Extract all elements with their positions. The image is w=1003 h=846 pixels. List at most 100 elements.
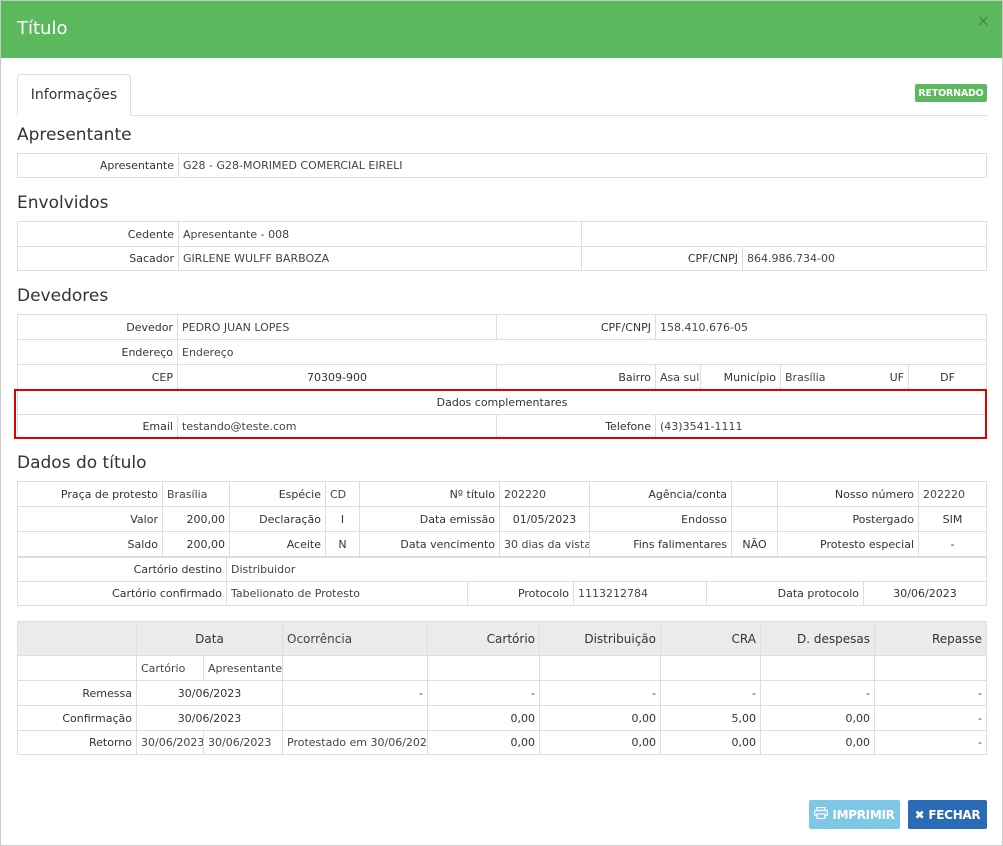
tab-informacoes[interactable]: Informações: [17, 74, 131, 116]
table-subheader-row: Cartório Apresentante: [17, 655, 987, 680]
endereco-label: Endereço: [17, 340, 177, 364]
close-button[interactable]: ✖ FECHAR: [908, 800, 987, 829]
header-ocorrencia: Ocorrência: [282, 622, 427, 655]
section-title-devedores: Devedores: [17, 286, 109, 306]
titulo-modal: Título × Informações RETORNADO Apresenta…: [0, 0, 1003, 846]
section-title-envolvidos: Envolvidos: [17, 193, 109, 213]
especial-value: -: [918, 532, 987, 556]
cedente-label: Cedente: [17, 222, 178, 246]
agencia-label: Agência/conta: [589, 482, 731, 506]
row-repasse: -: [874, 681, 987, 705]
uf-label: UF: [889, 370, 904, 384]
cartorio-confirmado-row: Cartório confirmado Tabelionato de Prote…: [17, 581, 987, 606]
vencimento-label: Data vencimento: [359, 532, 499, 556]
uf-value: DF: [908, 365, 987, 389]
x-icon: ✖: [914, 807, 925, 822]
especie-label: Espécie: [229, 482, 325, 506]
print-label: IMPRIMIR: [832, 807, 895, 822]
row-label: Retorno: [17, 731, 136, 754]
fins-value: NÃO: [731, 532, 777, 556]
ocorrencias-table: Data Ocorrência Cartório Distribuição CR…: [17, 621, 987, 755]
numero-label: Nº título: [359, 482, 499, 506]
row-despesas: 0,00: [760, 731, 874, 754]
table-row: Confirmação 30/06/2023 0,00 0,00 5,00 0,…: [17, 705, 987, 730]
header-despesas: D. despesas: [760, 622, 874, 655]
row-despesas: -: [760, 681, 874, 705]
numero-value: 202220: [499, 482, 589, 506]
devedores-grid: Devedor PEDRO JUAN LOPES CPF/CNPJ 158.41…: [17, 314, 987, 439]
sacador-label: Sacador: [17, 247, 178, 270]
municipio-label: Município: [700, 365, 780, 389]
dados-titulo-grid: Praça de protesto Brasília Espécie CD Nº…: [17, 481, 987, 606]
tab-divider: [17, 115, 987, 116]
endosso-label: Endosso: [589, 507, 731, 531]
print-button[interactable]: IMPRIMIR: [809, 800, 900, 829]
row-despesas: 0,00: [760, 706, 874, 730]
status-badge: RETORNADO: [915, 84, 987, 102]
email-value: testando@teste.com: [177, 415, 496, 438]
cart-destino-value: Distribuidor: [226, 558, 987, 581]
modal-title: Título: [17, 18, 68, 39]
cedente-empty: [581, 222, 987, 246]
subheader-cartorio: Cartório: [136, 656, 203, 680]
header-data: Data: [136, 622, 282, 655]
subheader-empty: [427, 656, 539, 680]
apresentante-label: Apresentante: [17, 154, 178, 177]
row-data-apresentante: 30/06/2023: [203, 731, 282, 754]
subheader-empty: [282, 656, 427, 680]
row-cra: 5,00: [660, 706, 760, 730]
header-distribuicao: Distribuição: [539, 622, 660, 655]
row-label: Remessa: [17, 681, 136, 705]
subheader-empty: [760, 656, 874, 680]
row-cra: 0,00: [660, 731, 760, 754]
row-repasse: -: [874, 706, 987, 730]
table-row: Remessa 30/06/2023 - - - - - -: [17, 680, 987, 705]
row-cartorio: 0,00: [427, 731, 539, 754]
row-ocorrencia: [282, 706, 427, 730]
sacador-cpf-value: 864.986.734-00: [742, 247, 987, 270]
endereco-row: Endereço Endereço: [17, 339, 987, 364]
cart-conf-value: Tabelionato de Protesto: [226, 582, 467, 605]
endosso-value: [731, 507, 777, 531]
table-row: Retorno 30/06/2023 30/06/2023 Protestado…: [17, 730, 987, 755]
devedor-row: Devedor PEDRO JUAN LOPES CPF/CNPJ 158.41…: [17, 314, 987, 339]
header-cra: CRA: [660, 622, 760, 655]
declaracao-label: Declaração: [229, 507, 325, 531]
aceite-label: Aceite: [229, 532, 325, 556]
email-row: Email testando@teste.com Telefone (43)35…: [17, 414, 987, 439]
vencimento-value: 30 dias da vista: [499, 532, 589, 556]
row-cra: -: [660, 681, 760, 705]
agencia-value: [731, 482, 777, 506]
dados-complementares-title: Dados complementares: [17, 390, 987, 414]
protocolo-value: 1113212784: [573, 582, 706, 605]
header-repasse: Repasse: [874, 622, 987, 655]
cedente-row: Cedente Apresentante - 008: [17, 221, 987, 246]
declaracao-value: I: [325, 507, 359, 531]
apresentante-row: Apresentante G28 - G28-MORIMED COMERCIAL…: [17, 153, 987, 178]
dados-complementares-row: Dados complementares: [17, 389, 987, 414]
cep-row: CEP 70309-900 Bairro Asa sul Município B…: [17, 364, 987, 389]
telefone-label: Telefone: [496, 415, 655, 438]
row-distribuicao: -: [539, 681, 660, 705]
subheader-empty: [539, 656, 660, 680]
data-protocolo-value: 30/06/2023: [863, 582, 987, 605]
close-icon[interactable]: ×: [977, 11, 990, 30]
subheader-blank: [17, 656, 136, 680]
cedente-value: Apresentante - 008: [178, 222, 581, 246]
subheader-empty: [660, 656, 760, 680]
protocolo-label: Protocolo: [467, 582, 573, 605]
row-distribuicao: 0,00: [539, 731, 660, 754]
sacador-row: Sacador GIRLENE WULFF BARBOZA CPF/CNPJ 8…: [17, 246, 987, 271]
praca-value: Brasília: [162, 482, 229, 506]
row-data: 30/06/2023: [136, 681, 282, 705]
apresentante-value: G28 - G28-MORIMED COMERCIAL EIRELI: [178, 154, 987, 177]
cartorio-destino-row: Cartório destino Distribuidor: [17, 556, 987, 581]
municipio-value: Brasília: [780, 365, 828, 389]
devedor-cpf-label: CPF/CNPJ: [496, 315, 655, 339]
especie-value: CD: [325, 482, 359, 506]
cart-conf-label: Cartório confirmado: [17, 582, 226, 605]
aceite-value: N: [325, 532, 359, 556]
titulo-row-3: Saldo 200,00 Aceite N Data vencimento 30…: [17, 531, 987, 556]
close-label: FECHAR: [928, 807, 981, 822]
subheader-apresentante: Apresentante: [203, 656, 282, 680]
